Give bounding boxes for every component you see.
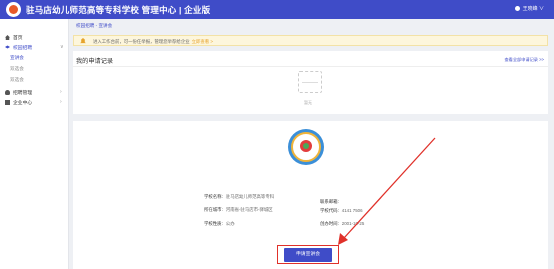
annotation-arrow (338, 137, 436, 245)
